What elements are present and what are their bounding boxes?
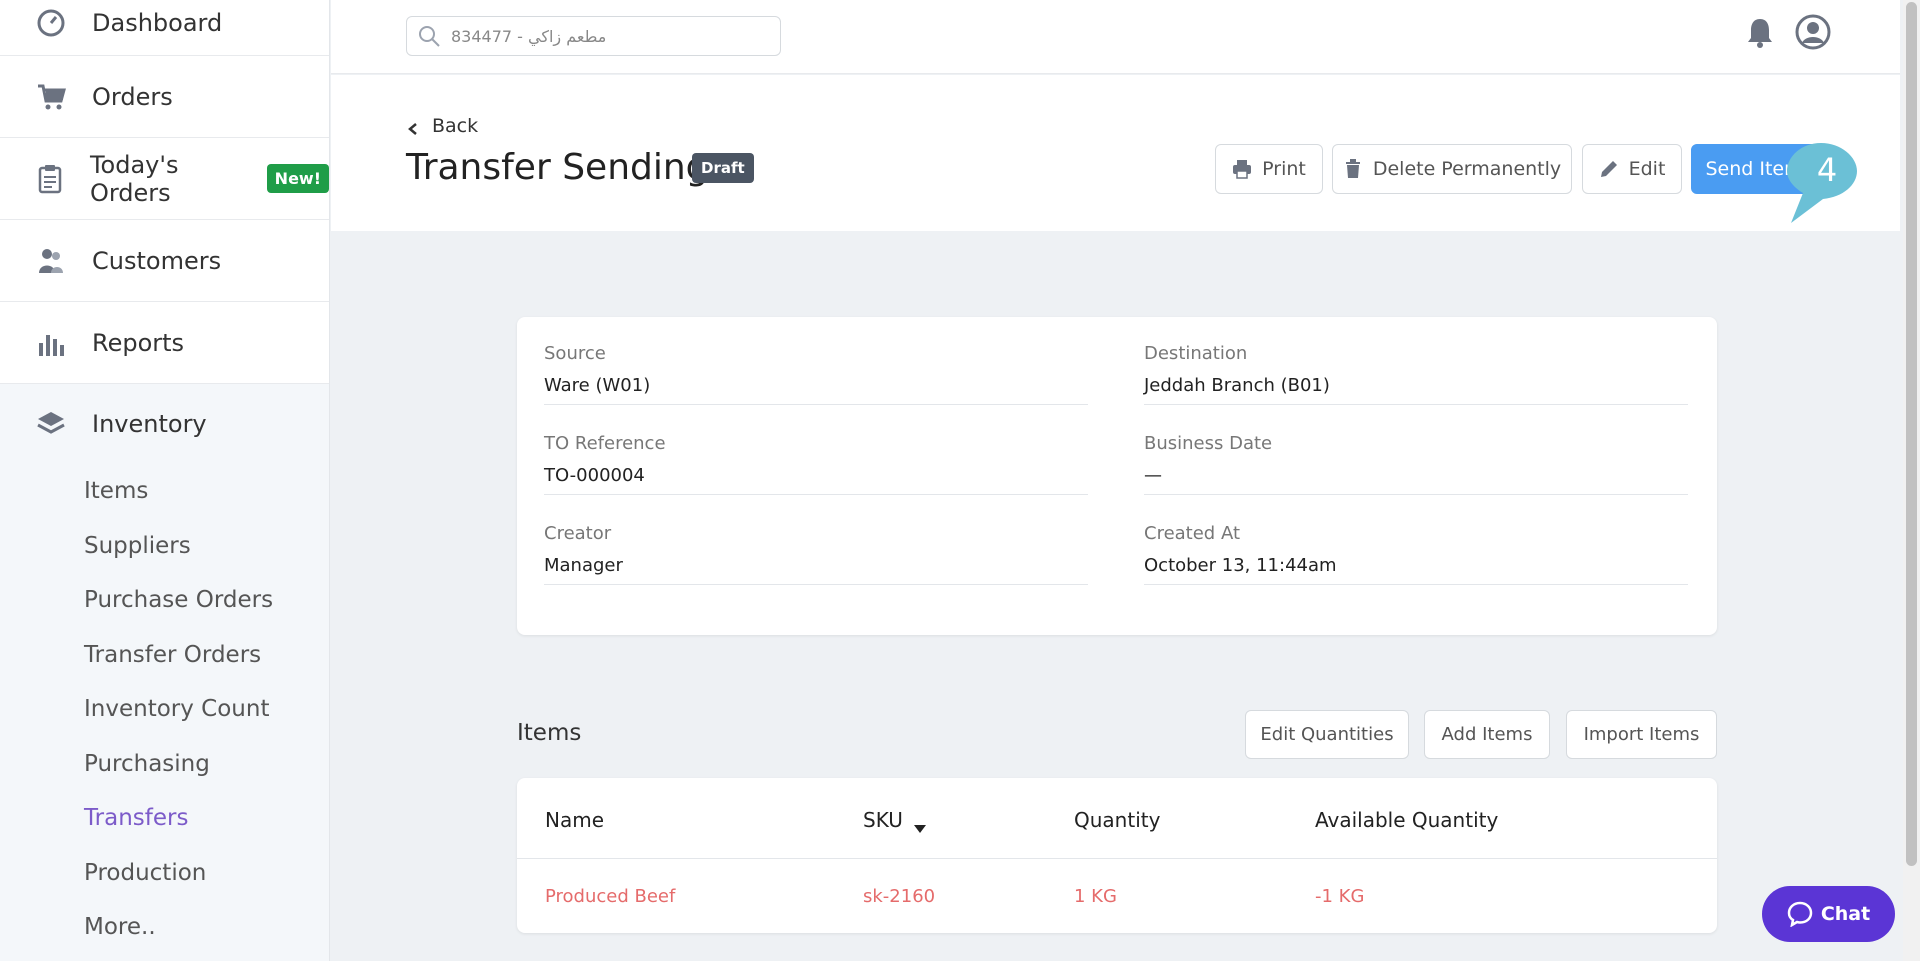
created-at-value: October 13, 11:44am (1144, 555, 1337, 576)
scrollbar-thumb[interactable] (1906, 2, 1917, 866)
reference-field: TO Reference TO-000004 (544, 407, 1088, 495)
destination-field: Destination Jeddah Branch (B01) (1144, 317, 1688, 405)
column-header-sku-label: SKU (863, 808, 903, 832)
nav-todays-orders[interactable]: Today's Orders New! (0, 138, 329, 220)
items-table: Name SKU Quantity Available Quantity Pro… (517, 778, 1717, 933)
nav-label: Reports (92, 328, 185, 357)
created-at-label: Created At (1144, 523, 1241, 544)
reference-value: TO-000004 (544, 465, 645, 486)
nav-label: Customers (92, 246, 222, 275)
edit-label: Edit (1628, 158, 1666, 180)
transfer-details-card: Source Ware (W01) Destination Jeddah Bra… (517, 317, 1717, 635)
chevron-left-icon (406, 119, 420, 135)
nav-reports[interactable]: Reports (0, 302, 329, 384)
back-link[interactable]: Back (406, 115, 478, 137)
table-divider (517, 858, 1717, 859)
creator-value: Manager (544, 555, 623, 576)
chat-bubble-icon (1787, 901, 1813, 928)
sub-item-inventory-count[interactable]: Inventory Count (0, 682, 329, 737)
customers-icon (36, 246, 66, 276)
source-label: Source (544, 343, 606, 364)
sub-item-purchasing[interactable]: Purchasing (0, 737, 329, 792)
status-badge: Draft (692, 153, 754, 183)
destination-value: Jeddah Branch (B01) (1144, 375, 1330, 396)
business-date-field: Business Date — (1144, 407, 1688, 495)
business-date-label: Business Date (1144, 433, 1273, 454)
pencil-icon (1599, 159, 1619, 179)
new-badge: New! (266, 164, 329, 193)
column-header-available-label: Available Quantity (1315, 808, 1499, 832)
destination-label: Destination (1144, 343, 1248, 364)
cell-name[interactable]: Produced Beef (545, 886, 675, 907)
step-callout-number: 4 (1816, 151, 1838, 189)
trash-icon (1343, 159, 1363, 179)
delete-permanently-button[interactable]: Delete Permanently (1332, 144, 1572, 194)
creator-label: Creator (544, 523, 612, 544)
bar-chart-icon (36, 328, 66, 358)
inventory-label: Inventory (92, 410, 207, 438)
nav-orders[interactable]: Orders (0, 56, 329, 138)
sub-item-suppliers[interactable]: Suppliers (0, 519, 329, 574)
clipboard-icon (36, 164, 64, 194)
chat-label: Chat (1820, 903, 1871, 925)
cell-quantity: 1 KG (1074, 886, 1117, 907)
user-avatar-icon[interactable] (1795, 14, 1831, 50)
sub-item-production[interactable]: Production (0, 846, 329, 901)
source-field: Source Ware (W01) (544, 317, 1088, 405)
page-header: Back Transfer Sending Draft Print Delete… (331, 75, 1900, 231)
created-at-field: Created At October 13, 11:44am (1144, 497, 1688, 585)
creator-field: Creator Manager (544, 497, 1088, 585)
back-label: Back (432, 115, 479, 137)
bell-icon[interactable] (1743, 16, 1777, 50)
column-header-quantity[interactable]: Quantity (1074, 808, 1160, 832)
sub-item-transfers[interactable]: Transfers (0, 791, 329, 846)
sub-item-transfer-orders[interactable]: Transfer Orders (0, 628, 329, 683)
nav-label: Dashboard (92, 8, 223, 37)
column-header-name[interactable]: Name (545, 808, 604, 832)
sub-item-more[interactable]: More.. (0, 900, 329, 955)
cart-icon (36, 82, 66, 112)
search-box[interactable] (406, 16, 781, 56)
nav-inventory[interactable]: Inventory (0, 384, 329, 464)
sort-caret-down-icon (913, 815, 927, 833)
sub-item-items[interactable]: Items (0, 464, 329, 519)
search-icon (417, 24, 441, 48)
sub-item-purchase-orders[interactable]: Purchase Orders (0, 573, 329, 628)
column-header-name-label: Name (545, 808, 605, 832)
column-header-sku[interactable]: SKU (863, 808, 927, 833)
inventory-section: Inventory Items Suppliers Purchase Order… (0, 384, 329, 961)
cell-available: -1 KG (1315, 886, 1365, 907)
edit-quantities-button[interactable]: Edit Quantities (1245, 710, 1409, 759)
search-input[interactable] (451, 26, 771, 46)
delete-label: Delete Permanently (1372, 158, 1562, 180)
edit-button[interactable]: Edit (1582, 144, 1682, 194)
layers-icon (36, 409, 66, 439)
sidebar: Dashboard Orders Today's Orders New! Cus… (0, 0, 330, 961)
page-title: Transfer Sending (406, 147, 709, 188)
add-items-button[interactable]: Add Items (1424, 710, 1550, 759)
source-value: Ware (W01) (544, 375, 651, 396)
nav-label: Today's Orders (89, 150, 179, 207)
nav-label: Orders (92, 82, 173, 111)
items-title: Items (517, 720, 582, 746)
reference-label: TO Reference (544, 433, 666, 454)
dashboard-icon (36, 8, 66, 38)
cell-sku: sk-2160 (863, 886, 936, 907)
printer-icon (1232, 159, 1252, 179)
chat-button[interactable]: Chat (1762, 886, 1895, 942)
topbar (331, 0, 1900, 74)
import-items-button[interactable]: Import Items (1566, 710, 1717, 759)
nav-dashboard[interactable]: Dashboard (0, 0, 329, 56)
column-header-quantity-label: Quantity (1074, 808, 1161, 832)
column-header-available[interactable]: Available Quantity (1315, 808, 1498, 832)
print-label: Print (1262, 158, 1306, 180)
business-date-value: — (1144, 465, 1162, 486)
print-button[interactable]: Print (1215, 144, 1323, 194)
nav-customers[interactable]: Customers (0, 220, 329, 302)
